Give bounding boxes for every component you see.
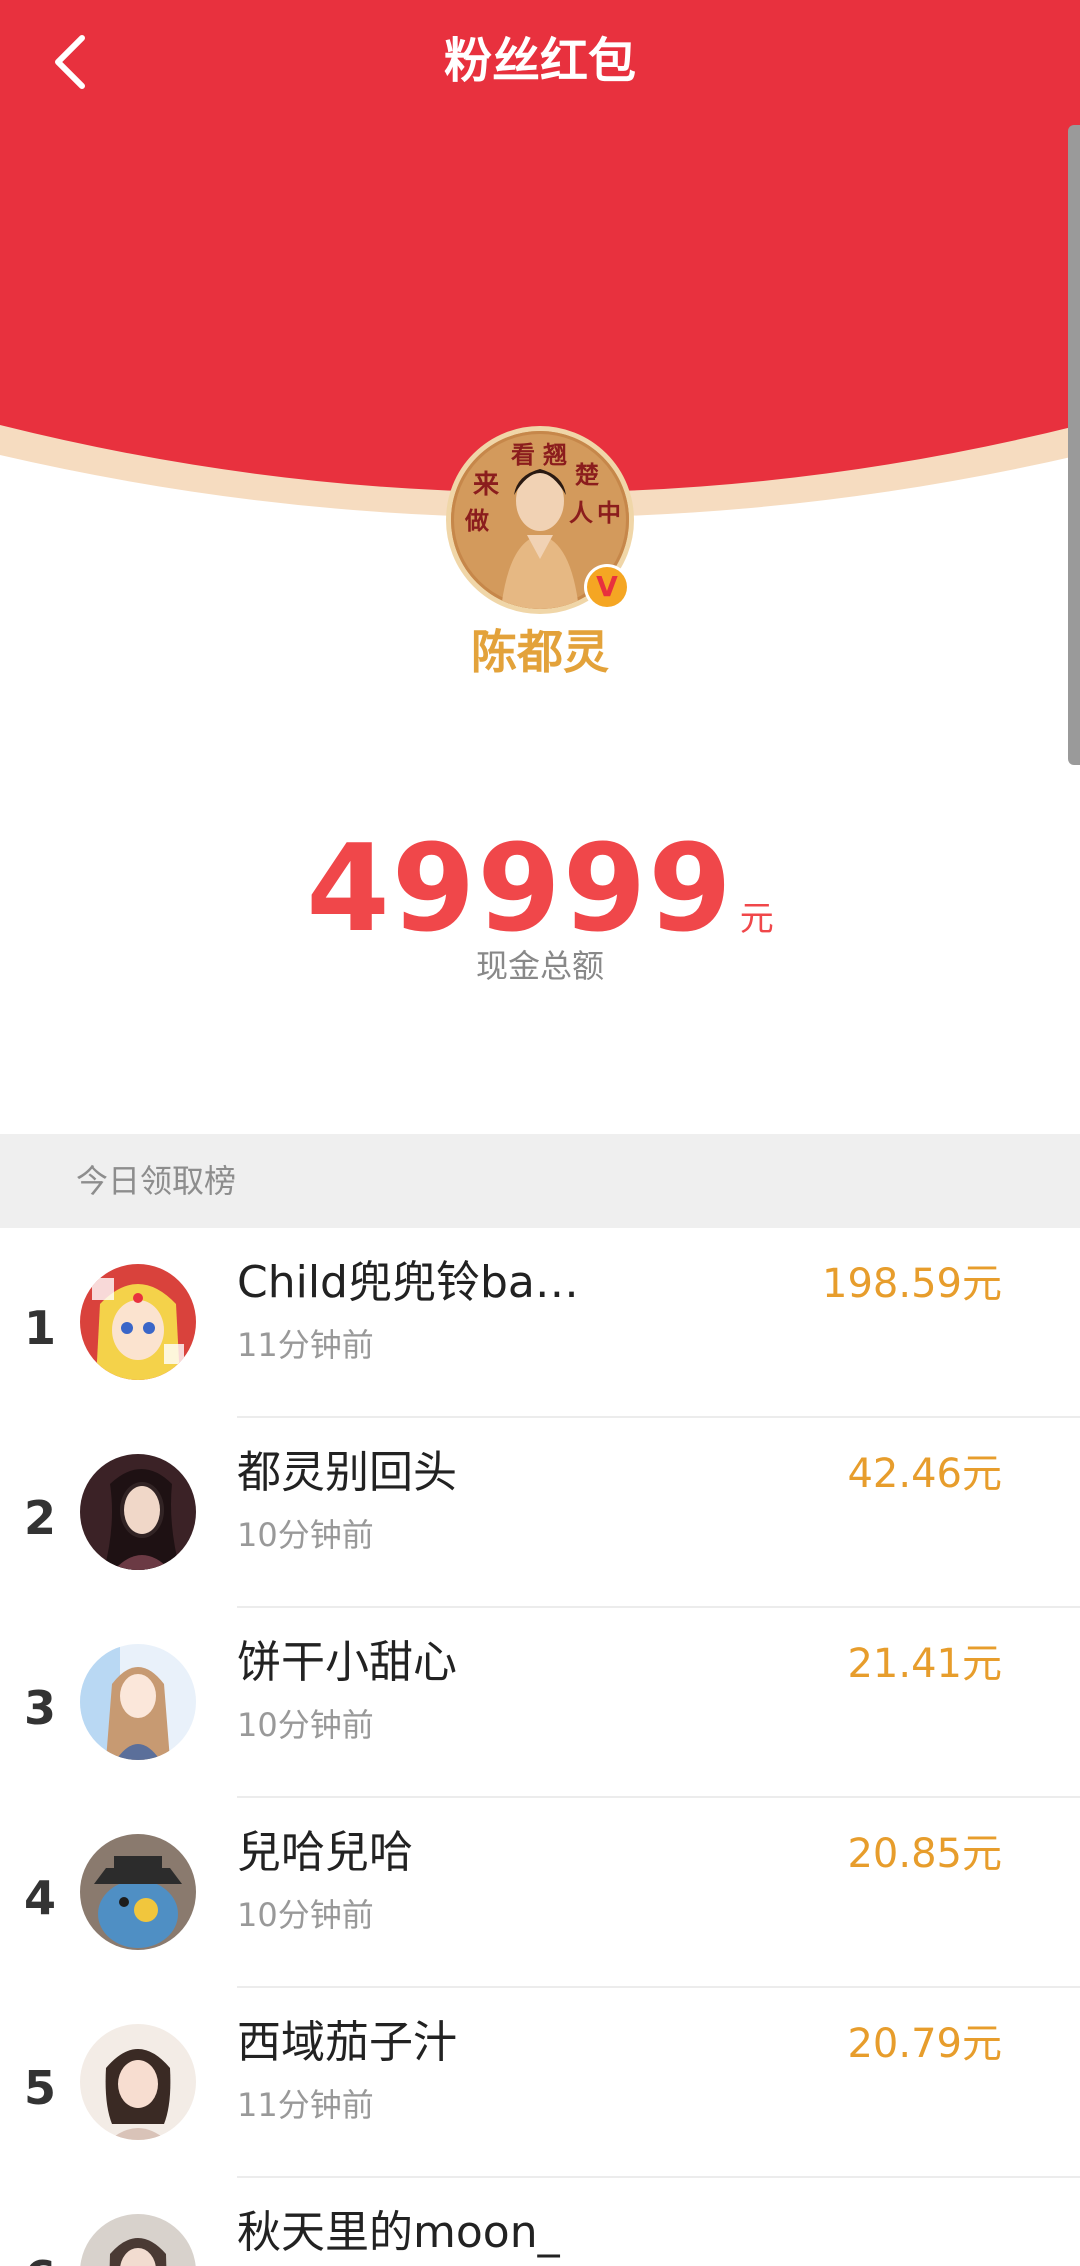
list-item[interactable]: 3 饼干小甜心 10分钟前 21.41元	[0, 1608, 1080, 1798]
page-title: 粉丝红包	[443, 33, 636, 89]
claim-time: 11分钟前	[237, 1326, 374, 1364]
list-item[interactable]: 4 兒哈兒哈 10分钟前 20.85元	[0, 1798, 1080, 1988]
total-amount-value: 49999	[306, 820, 734, 959]
list-item[interactable]: 6 秋天里的moon_	[0, 2178, 1080, 2266]
total-amount-caption: 现金总额	[475, 947, 604, 985]
user-name[interactable]: 秋天里的moon_	[237, 2202, 560, 2264]
claim-time: 10分钟前	[237, 1516, 374, 1554]
avatar-char: 翘	[542, 441, 567, 469]
list-item[interactable]: 2 都灵别回头 10分钟前 42.46元	[0, 1418, 1080, 1608]
avatar-char: 看	[511, 441, 535, 469]
claim-time: 11分钟前	[237, 2086, 374, 2124]
user-name[interactable]: 都灵别回头	[237, 1442, 457, 1504]
verified-badge: V	[584, 564, 630, 610]
leaderboard-header: 今日领取榜	[0, 1134, 1080, 1228]
avatar-char: 中	[597, 499, 621, 527]
total-amount-unit: 元	[739, 899, 774, 939]
avatar-char: 做	[464, 507, 489, 535]
user-avatar[interactable]	[80, 2024, 196, 2140]
avatar-char: 来	[473, 470, 500, 500]
leaderboard-title: 今日领取榜	[76, 1162, 237, 1200]
user-avatar[interactable]	[80, 1644, 196, 1760]
list-item[interactable]: 1 Child兜兜铃ba… 11分钟前 198.59元	[0, 1228, 1080, 1418]
rank-number: 4	[23, 1871, 56, 1925]
rank-number: 1	[23, 1301, 56, 1355]
user-name[interactable]: Child兜兜铃ba…	[237, 1252, 579, 1314]
user-avatar[interactable]	[80, 1264, 196, 1380]
rank-number: 6	[20, 2250, 60, 2266]
rank-number: 5	[23, 2061, 56, 2115]
claim-amount: 42.46元	[847, 1451, 1002, 1497]
claim-amount: 198.59元	[822, 1261, 1002, 1307]
total-amount: 49999 元	[0, 820, 1080, 960]
user-name[interactable]: 西域茄子汁	[237, 2012, 457, 2074]
list-item[interactable]: 5 西域茄子汁 11分钟前 20.79元	[0, 1988, 1080, 2178]
claim-time: 10分钟前	[237, 1896, 374, 1934]
creator-name[interactable]: 陈都灵	[0, 620, 1080, 684]
user-avatar[interactable]	[80, 1454, 196, 1570]
user-avatar[interactable]	[80, 1834, 196, 1950]
user-name[interactable]: 兒哈兒哈	[237, 1822, 413, 1884]
avatar-char: 人	[569, 499, 593, 527]
avatar-char: 楚	[575, 461, 599, 489]
claim-time: 10分钟前	[237, 1706, 374, 1744]
fan-red-packet-page: 粉丝红包 来 看 翘 楚 做 人 中 V 陈都灵 49999元 现金总额 今日	[0, 0, 1080, 2266]
claim-amount: 20.79元	[847, 2021, 1002, 2067]
user-name[interactable]: 饼干小甜心	[237, 1632, 457, 1694]
user-avatar[interactable]	[80, 2214, 196, 2266]
rank-number: 3	[23, 1681, 56, 1735]
claim-amount: 21.41元	[847, 1641, 1002, 1687]
verified-v-icon: V	[587, 567, 627, 607]
claim-amount: 20.85元	[847, 1831, 1002, 1877]
rank-number: 2	[23, 1491, 56, 1545]
